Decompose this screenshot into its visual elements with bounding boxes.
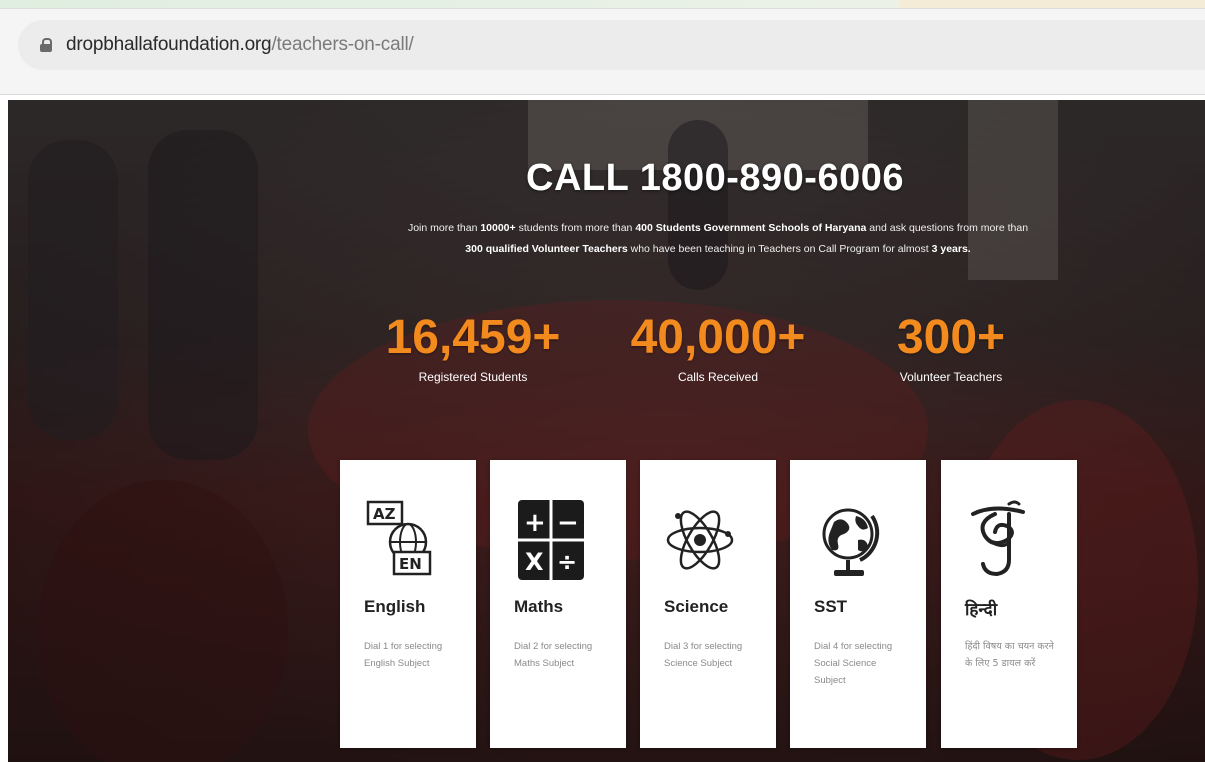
svg-text:AZ: AZ (373, 505, 396, 523)
shri-icon (971, 500, 1025, 577)
subject-title: SST (814, 597, 848, 616)
stat-label: Volunteer Teachers (899, 370, 1003, 384)
intro-highlight: 400 Students Government Schools of Harya… (635, 222, 867, 234)
browser-tab[interactable] (900, 0, 1205, 8)
intro-text-part: and ask questions from more than (866, 222, 1029, 234)
url-path: /teachers-on-call/ (271, 34, 414, 55)
browser-chrome: dropbhallafoundation.org/teachers-on-cal… (0, 0, 1205, 95)
subject-card-maths[interactable]: + − X ÷ Maths Dial 2 for selecting Maths… (490, 460, 626, 748)
subject-card-hindi[interactable]: हिन्दी हिंदी विषय का चयन करने के लिए 5 ड… (941, 460, 1077, 748)
svg-text:−: − (557, 508, 579, 538)
stat-label: Registered Students (418, 370, 528, 384)
svg-text:÷: ÷ (557, 548, 577, 576)
call-headline[interactable]: CALL 1800-890-6006 (8, 157, 1205, 200)
globe-icon (822, 508, 880, 576)
svg-text:EN: EN (399, 555, 422, 573)
svg-text:+: + (524, 508, 546, 538)
subject-title: Maths (514, 597, 564, 616)
stat-registered-students: 16,459+ Registered Students (353, 308, 593, 384)
calculator-icon: + − X ÷ (518, 500, 584, 580)
intro-highlight: 10000+ (480, 222, 516, 234)
translate-icon: AZ EN (366, 500, 432, 576)
intro-text-part: Join more than (407, 222, 481, 234)
intro-highlight: 3 years. (931, 243, 971, 255)
atom-icon (666, 510, 734, 570)
subject-description: Dial 4 for selecting Social Science Subj… (814, 641, 893, 686)
subject-description: Dial 3 for selecting Science Subject (664, 641, 743, 669)
subject-description: Dial 1 for selecting English Subject (364, 641, 443, 669)
subject-description: हिंदी विषय का चयन करने के लिए 5 डायल करे… (965, 641, 1054, 669)
stat-value: 40,000+ (630, 311, 806, 364)
stat-volunteer-teachers: 300+ Volunteer Teachers (831, 308, 1071, 384)
address-bar[interactable]: dropbhallafoundation.org/teachers-on-cal… (18, 20, 1205, 70)
stat-value: 300+ (896, 311, 1006, 364)
intro-text: Join more than 10000+ students from more… (318, 218, 1118, 260)
lock-icon[interactable] (40, 38, 52, 52)
subject-title: Science (664, 597, 729, 616)
hero-section: CALL 1800-890-6006 Join more than 10000+… (8, 100, 1205, 762)
subject-title: English (364, 597, 426, 616)
chrome-divider (0, 94, 1205, 95)
intro-text-part: who have been teaching in Teachers on Ca… (627, 243, 932, 255)
stat-label: Calls Received (677, 370, 759, 384)
stat-value: 16,459+ (385, 311, 561, 364)
stat-calls-received: 40,000+ Calls Received (598, 308, 838, 384)
url-domain: dropbhallafoundation.org (66, 34, 272, 55)
svg-text:X: X (525, 548, 544, 576)
intro-highlight: 300 qualified Volunteer Teachers (465, 243, 628, 255)
subject-description: Dial 2 for selecting Maths Subject (514, 641, 593, 669)
subject-card-english[interactable]: AZ EN English Dial 1 for selecting Engli… (340, 460, 476, 748)
subject-card-sst[interactable]: SST Dial 4 for selecting Social Science … (790, 460, 926, 748)
subject-card-science[interactable]: Science Dial 3 for selecting Science Sub… (640, 460, 776, 748)
subject-title: हिन्दी (965, 600, 998, 620)
intro-text-part: students from more than (515, 222, 636, 234)
url-text[interactable]: dropbhallafoundation.org/teachers-on-cal… (66, 34, 414, 56)
